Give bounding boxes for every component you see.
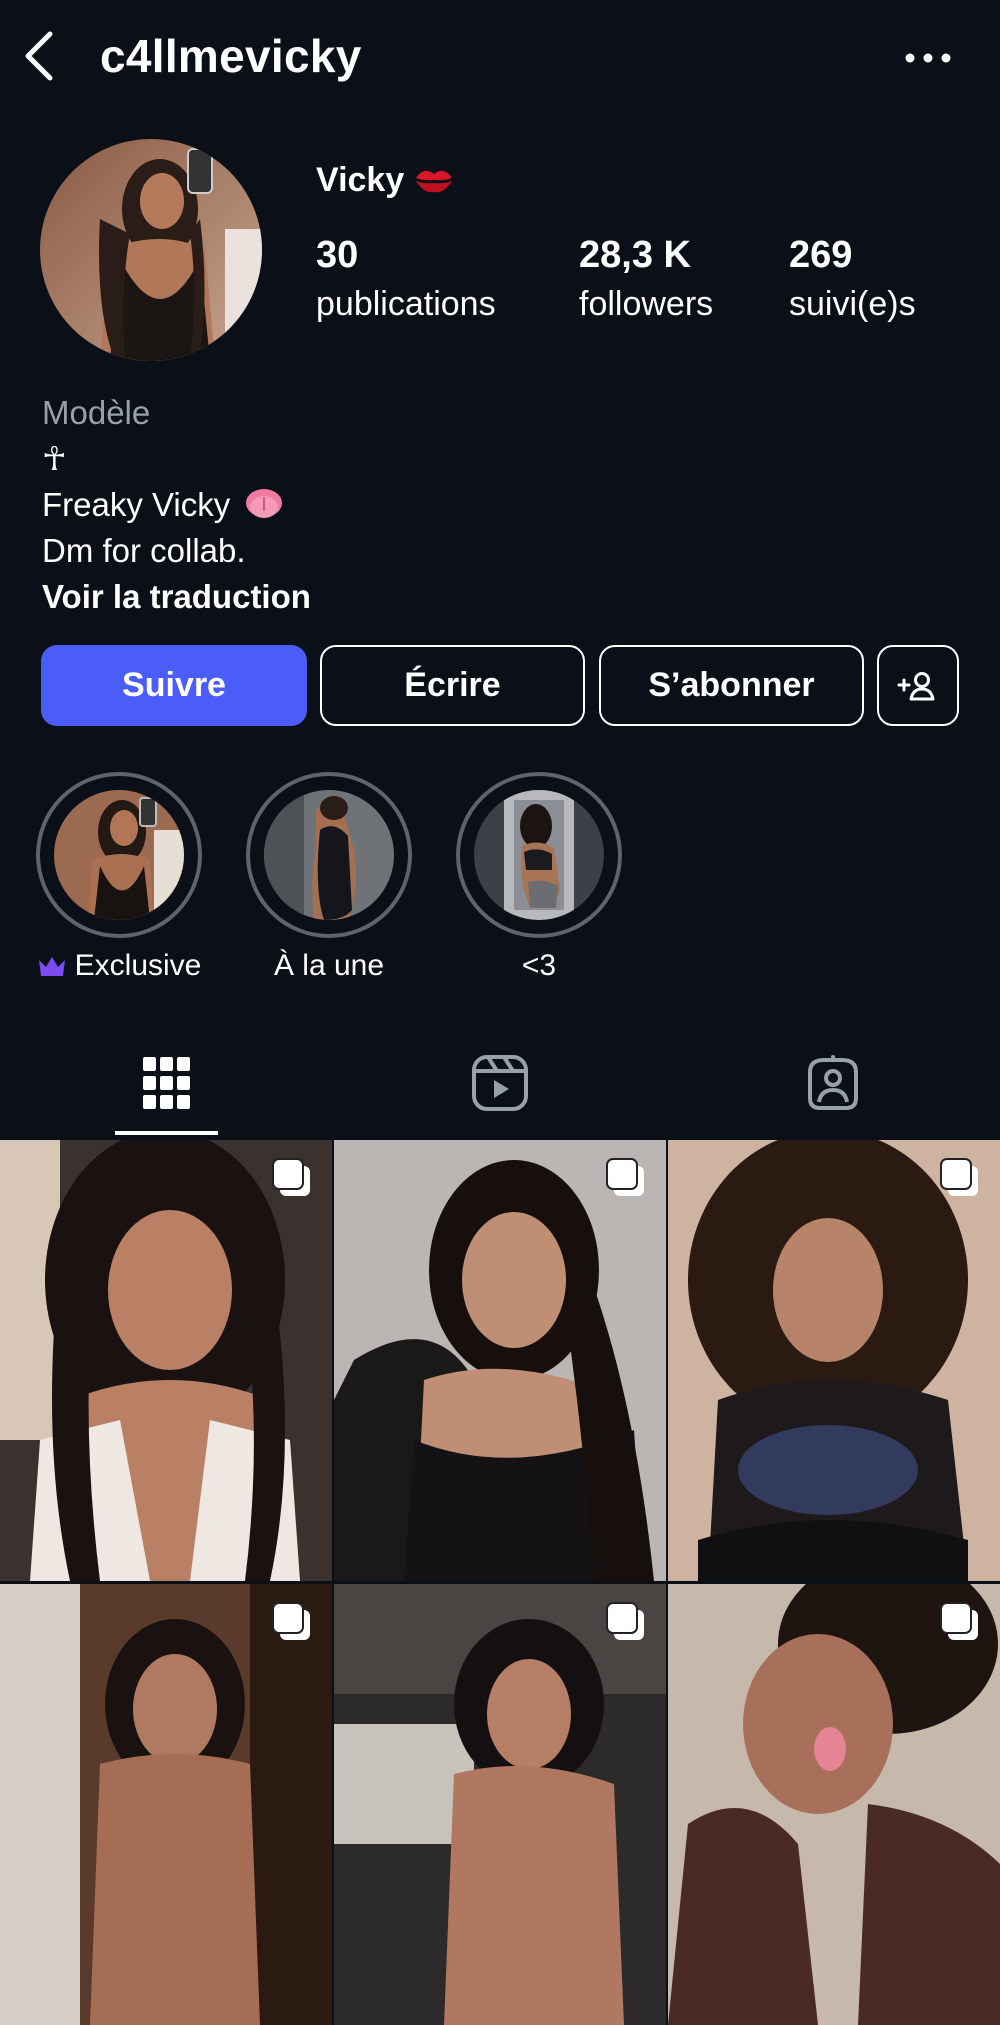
bio-line-1-text: Freaky Vicky [42,486,231,523]
post-thumbnail[interactable] [0,1140,332,1581]
suggested-users-button[interactable] [877,645,959,726]
highlight-label-heart: <3 [521,949,557,982]
highlight-heart[interactable] [456,772,622,938]
carousel-icon [606,1602,644,1640]
post-thumbnail[interactable] [334,1584,666,2025]
carousel-icon [272,1158,310,1196]
tagged-person-icon [808,1055,858,1110]
post-photo [0,1140,332,1581]
grid-icon [143,1057,190,1109]
post-thumbnail[interactable] [668,1140,1000,1581]
stat-followers[interactable]: 28,3 K followers [579,232,713,326]
post-thumbnail[interactable] [334,1140,666,1581]
profile-avatar[interactable] [40,139,262,361]
crown-icon [38,957,65,976]
post-thumbnail[interactable] [0,1584,332,2025]
highlight-a-la-une[interactable] [246,772,412,938]
add-person-icon [897,671,935,700]
subscribe-button[interactable]: S’abonner [599,645,864,726]
highlight-label-a-la-une: À la une [273,949,385,982]
bio-line-1: Freaky Vicky [42,482,284,528]
back-button[interactable] [18,28,62,84]
stat-followers-label: followers [579,285,714,323]
stat-followers-count: 28,3 K [579,234,691,276]
post-photo [668,1584,1000,2025]
tongue-emoji-icon [246,489,283,518]
tab-reels[interactable] [455,1048,545,1118]
see-translation-link[interactable]: Voir la traduction [42,574,311,620]
bio-category: Modèle [42,394,151,431]
active-tab-indicator [115,1131,218,1135]
more-dots-icon [905,53,951,63]
bio-line-2: Dm for collab. [42,532,246,569]
highlight-label-exclusive-text: Exclusive [74,949,202,982]
carousel-icon [940,1602,978,1640]
stat-following-count: 269 [789,234,853,276]
bio-symbol: ☥ [42,440,67,477]
highlight-label-exclusive: Exclusive [22,946,216,986]
carousel-icon [606,1158,644,1196]
reels-icon [472,1055,528,1111]
display-name-text: Vicky [316,161,405,199]
stat-posts[interactable]: 30 publications [316,232,496,326]
post-photo [0,1584,332,2025]
kiss-mark-icon [416,170,453,193]
post-photo [668,1140,1000,1581]
profile-username: c4llmevicky [100,30,362,82]
message-button[interactable]: Écrire [320,645,585,726]
more-options-button[interactable] [900,38,956,78]
stat-following[interactable]: 269 suivi(e)s [789,232,916,326]
display-name: Vicky [316,156,454,204]
carousel-icon [940,1158,978,1196]
tab-posts-grid[interactable] [121,1048,211,1118]
post-photo [334,1584,666,2025]
tab-tagged[interactable] [788,1048,878,1118]
post-photo [334,1140,666,1581]
follow-button[interactable]: Suivre [41,645,307,726]
stat-posts-count: 30 [316,234,359,276]
post-thumbnail[interactable] [668,1584,1000,2025]
stat-following-label: suivi(e)s [789,285,916,323]
highlight-exclusive[interactable] [36,772,202,938]
stat-posts-label: publications [316,285,496,323]
carousel-icon [272,1602,310,1640]
chevron-left-icon [25,31,53,81]
